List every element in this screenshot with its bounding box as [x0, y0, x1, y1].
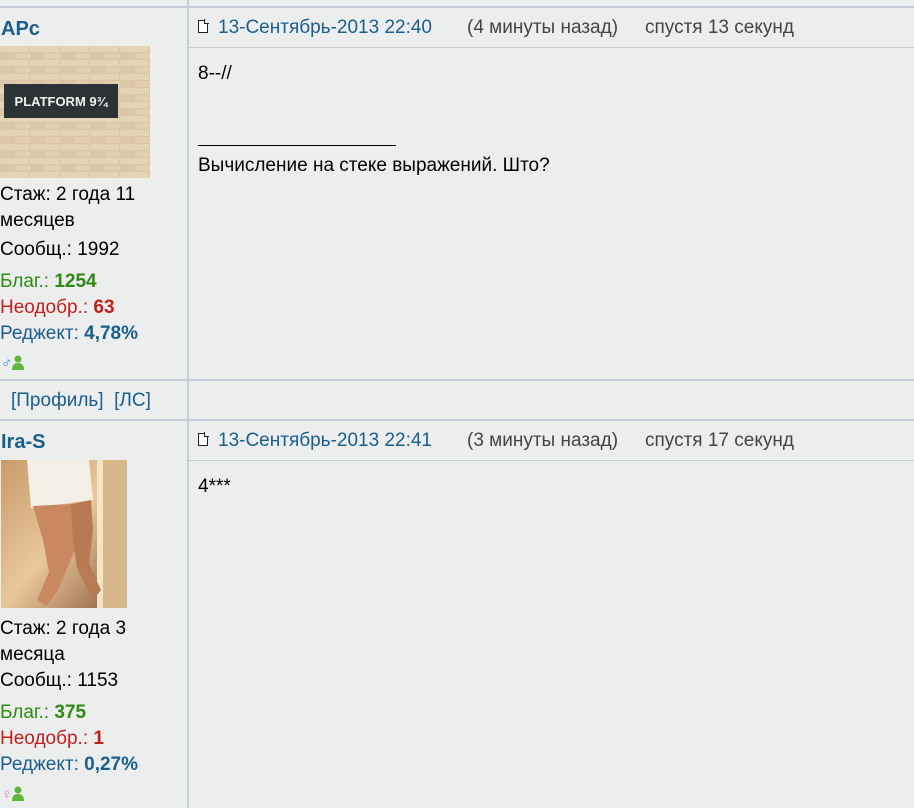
profile-link[interactable]: [Профиль]: [11, 390, 104, 411]
pm-link[interactable]: [ЛС]: [114, 390, 151, 411]
disapprove-label: Неодобр.:: [0, 297, 89, 318]
signature: Вычисление на стеке выражений. Што?: [198, 155, 550, 176]
author-name[interactable]: APc: [1, 18, 40, 41]
avatar-sign-text: PLATFORM 9¾: [15, 94, 109, 109]
user-icons: ♂: [1, 355, 25, 374]
thanks-count: Благ.: 1254: [0, 269, 97, 295]
post-body: 4***: [198, 476, 231, 497]
post-footer: [Профиль] [ЛС]: [0, 381, 914, 419]
user-online-icon[interactable]: [12, 355, 25, 374]
post-after: спустя 13 секунд: [645, 17, 794, 38]
post-header: 13-Сентябрь-2013 22:40 (4 минуты назад) …: [189, 8, 914, 48]
platform-avatar-image: PLATFORM 9¾: [0, 46, 150, 178]
post-after: спустя 17 секунд: [645, 430, 794, 451]
post-author-panel: Ira-S Стаж: 2 года 3 месяца Сообщ.: 1153…: [0, 421, 187, 808]
profile-links: [Профиль] [ЛС]: [11, 390, 151, 412]
disapprove-value: 63: [93, 297, 115, 318]
post-header: 13-Сентябрь-2013 22:41 (3 минуты назад) …: [189, 421, 914, 461]
post-link-icon[interactable]: [198, 19, 209, 33]
thanks-label: Благ.:: [0, 702, 50, 723]
messages-value: 1992: [77, 239, 120, 260]
messages-count: Сообщ.: 1153: [0, 668, 118, 694]
thanks-count: Благ.: 375: [0, 700, 86, 726]
reject-value: 4,78%: [84, 323, 139, 344]
messages-label: Сообщ.:: [0, 670, 72, 691]
post-ago: (3 минуты назад): [467, 430, 619, 451]
male-icon: ♂: [1, 355, 13, 372]
reject-label: Реджект:: [0, 754, 79, 775]
messages-value: 1153: [77, 670, 119, 691]
thanks-value: 375: [54, 702, 87, 723]
user-icons: ♀: [1, 786, 25, 805]
post-ago: (4 минуты назад): [467, 17, 619, 38]
disapprove-value: 1: [93, 728, 104, 749]
post-date[interactable]: 13-Сентябрь-2013 22:40: [218, 17, 432, 39]
user-online-icon[interactable]: [12, 786, 25, 805]
reject-rate: Реджект: 0,27%: [0, 752, 138, 778]
messages-count: Сообщ.: 1992: [0, 237, 120, 263]
female-icon: ♀: [1, 786, 13, 803]
reject-label: Реджект:: [0, 323, 79, 344]
disapprove-count: Неодобр.: 63: [0, 295, 115, 321]
post-link-icon[interactable]: [198, 432, 209, 446]
column-divider: [187, 379, 189, 420]
author-name[interactable]: Ira-S: [1, 431, 45, 454]
post-content: 13-Сентябрь-2013 22:41 (3 минуты назад) …: [189, 421, 914, 808]
post-body: 8--//: [198, 63, 232, 84]
reject-rate: Реджект: 4,78%: [0, 321, 138, 347]
avatar: [1, 460, 127, 608]
signature-divider: [198, 145, 396, 146]
messages-label: Сообщ.:: [0, 239, 72, 260]
tenure: Стаж: 2 года 11 месяцев: [0, 184, 136, 231]
reject-value: 0,27%: [84, 754, 139, 775]
post-author-panel: APc PLATFORM 9¾ Стаж: 2 года 11 месяцев …: [0, 8, 187, 379]
thanks-label: Благ.:: [0, 271, 50, 292]
tenure: Стаж: 2 года 3 месяца: [0, 618, 127, 665]
disapprove-label: Неодобр.:: [0, 728, 89, 749]
thanks-value: 1254: [54, 271, 97, 292]
avatar: PLATFORM 9¾: [0, 46, 150, 178]
user-avatar-image: [1, 460, 127, 608]
post-content: 13-Сентябрь-2013 22:40 (4 минуты назад) …: [189, 8, 914, 379]
post-date[interactable]: 13-Сентябрь-2013 22:41: [218, 430, 432, 452]
forum-thread: APc PLATFORM 9¾ Стаж: 2 года 11 месяцев …: [0, 0, 914, 808]
disapprove-count: Неодобр.: 1: [0, 726, 104, 752]
